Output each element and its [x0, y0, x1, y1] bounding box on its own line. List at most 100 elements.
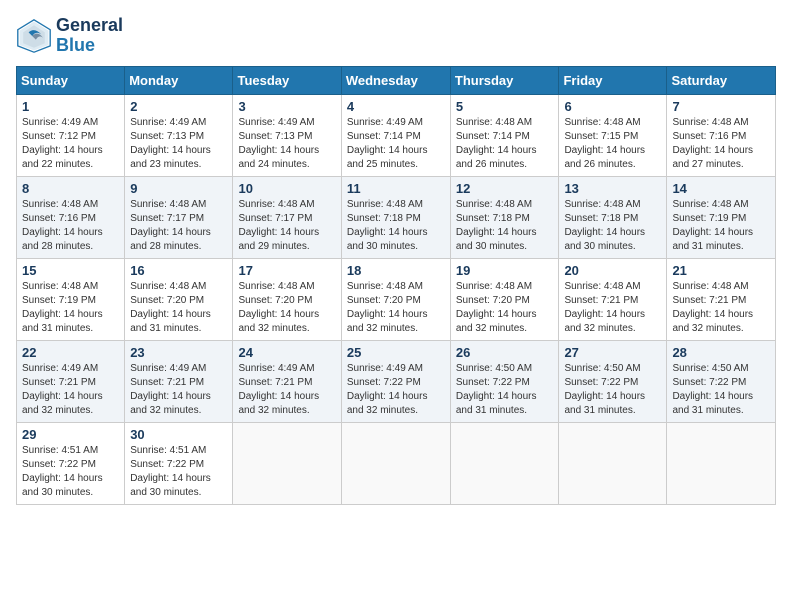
weekday-header-tuesday: Tuesday [233, 66, 341, 94]
day-number: 10 [238, 181, 335, 196]
day-number: 8 [22, 181, 119, 196]
calendar-cell: 11 Sunrise: 4:48 AM Sunset: 7:18 PM Dayl… [341, 176, 450, 258]
day-number: 26 [456, 345, 554, 360]
day-number: 6 [564, 99, 661, 114]
day-number: 16 [130, 263, 227, 278]
weekday-header-friday: Friday [559, 66, 667, 94]
day-number: 30 [130, 427, 227, 442]
day-info: Sunrise: 4:49 AM Sunset: 7:13 PM Dayligh… [238, 116, 335, 172]
calendar-cell: 26 Sunrise: 4:50 AM Sunset: 7:22 PM Dayl… [450, 340, 559, 422]
day-info: Sunrise: 4:49 AM Sunset: 7:14 PM Dayligh… [347, 116, 445, 172]
day-info: Sunrise: 4:50 AM Sunset: 7:22 PM Dayligh… [672, 362, 770, 418]
logo-icon [16, 18, 52, 54]
day-number: 29 [22, 427, 119, 442]
calendar-cell: 12 Sunrise: 4:48 AM Sunset: 7:18 PM Dayl… [450, 176, 559, 258]
day-info: Sunrise: 4:51 AM Sunset: 7:22 PM Dayligh… [130, 444, 227, 500]
calendar-cell: 23 Sunrise: 4:49 AM Sunset: 7:21 PM Dayl… [125, 340, 233, 422]
day-info: Sunrise: 4:49 AM Sunset: 7:13 PM Dayligh… [130, 116, 227, 172]
day-info: Sunrise: 4:49 AM Sunset: 7:22 PM Dayligh… [347, 362, 445, 418]
calendar-cell: 17 Sunrise: 4:48 AM Sunset: 7:20 PM Dayl… [233, 258, 341, 340]
calendar-cell: 5 Sunrise: 4:48 AM Sunset: 7:14 PM Dayli… [450, 94, 559, 176]
calendar-cell: 9 Sunrise: 4:48 AM Sunset: 7:17 PM Dayli… [125, 176, 233, 258]
day-number: 28 [672, 345, 770, 360]
day-number: 17 [238, 263, 335, 278]
day-info: Sunrise: 4:48 AM Sunset: 7:20 PM Dayligh… [238, 280, 335, 336]
day-number: 27 [564, 345, 661, 360]
day-number: 18 [347, 263, 445, 278]
calendar-cell: 27 Sunrise: 4:50 AM Sunset: 7:22 PM Dayl… [559, 340, 667, 422]
day-info: Sunrise: 4:48 AM Sunset: 7:18 PM Dayligh… [347, 198, 445, 254]
day-number: 4 [347, 99, 445, 114]
weekday-header-sunday: Sunday [17, 66, 125, 94]
calendar-week-4: 22 Sunrise: 4:49 AM Sunset: 7:21 PM Dayl… [17, 340, 776, 422]
day-info: Sunrise: 4:48 AM Sunset: 7:21 PM Dayligh… [672, 280, 770, 336]
day-info: Sunrise: 4:48 AM Sunset: 7:18 PM Dayligh… [456, 198, 554, 254]
calendar-cell: 4 Sunrise: 4:49 AM Sunset: 7:14 PM Dayli… [341, 94, 450, 176]
calendar-cell: 1 Sunrise: 4:49 AM Sunset: 7:12 PM Dayli… [17, 94, 125, 176]
day-info: Sunrise: 4:50 AM Sunset: 7:22 PM Dayligh… [456, 362, 554, 418]
day-info: Sunrise: 4:48 AM Sunset: 7:16 PM Dayligh… [672, 116, 770, 172]
calendar-cell: 22 Sunrise: 4:49 AM Sunset: 7:21 PM Dayl… [17, 340, 125, 422]
weekday-header-saturday: Saturday [667, 66, 776, 94]
weekday-header-wednesday: Wednesday [341, 66, 450, 94]
weekday-header-monday: Monday [125, 66, 233, 94]
day-info: Sunrise: 4:48 AM Sunset: 7:18 PM Dayligh… [564, 198, 661, 254]
calendar-cell [559, 422, 667, 504]
calendar-cell: 6 Sunrise: 4:48 AM Sunset: 7:15 PM Dayli… [559, 94, 667, 176]
day-number: 13 [564, 181, 661, 196]
day-info: Sunrise: 4:51 AM Sunset: 7:22 PM Dayligh… [22, 444, 119, 500]
logo-text-blue: Blue [56, 36, 123, 56]
day-info: Sunrise: 4:48 AM Sunset: 7:17 PM Dayligh… [130, 198, 227, 254]
calendar-cell: 21 Sunrise: 4:48 AM Sunset: 7:21 PM Dayl… [667, 258, 776, 340]
day-number: 20 [564, 263, 661, 278]
calendar-cell: 7 Sunrise: 4:48 AM Sunset: 7:16 PM Dayli… [667, 94, 776, 176]
calendar-week-1: 1 Sunrise: 4:49 AM Sunset: 7:12 PM Dayli… [17, 94, 776, 176]
day-number: 9 [130, 181, 227, 196]
calendar-cell: 3 Sunrise: 4:49 AM Sunset: 7:13 PM Dayli… [233, 94, 341, 176]
day-number: 23 [130, 345, 227, 360]
page-header: General Blue [16, 16, 776, 56]
calendar-cell: 16 Sunrise: 4:48 AM Sunset: 7:20 PM Dayl… [125, 258, 233, 340]
calendar-cell: 20 Sunrise: 4:48 AM Sunset: 7:21 PM Dayl… [559, 258, 667, 340]
calendar-week-2: 8 Sunrise: 4:48 AM Sunset: 7:16 PM Dayli… [17, 176, 776, 258]
day-info: Sunrise: 4:49 AM Sunset: 7:21 PM Dayligh… [238, 362, 335, 418]
weekday-header-thursday: Thursday [450, 66, 559, 94]
day-number: 7 [672, 99, 770, 114]
day-number: 2 [130, 99, 227, 114]
calendar-cell: 13 Sunrise: 4:48 AM Sunset: 7:18 PM Dayl… [559, 176, 667, 258]
day-info: Sunrise: 4:49 AM Sunset: 7:21 PM Dayligh… [22, 362, 119, 418]
day-number: 12 [456, 181, 554, 196]
day-info: Sunrise: 4:48 AM Sunset: 7:14 PM Dayligh… [456, 116, 554, 172]
calendar-week-3: 15 Sunrise: 4:48 AM Sunset: 7:19 PM Dayl… [17, 258, 776, 340]
day-info: Sunrise: 4:49 AM Sunset: 7:21 PM Dayligh… [130, 362, 227, 418]
day-number: 11 [347, 181, 445, 196]
day-number: 14 [672, 181, 770, 196]
calendar-cell: 14 Sunrise: 4:48 AM Sunset: 7:19 PM Dayl… [667, 176, 776, 258]
day-info: Sunrise: 4:48 AM Sunset: 7:21 PM Dayligh… [564, 280, 661, 336]
calendar-cell [667, 422, 776, 504]
calendar-cell: 28 Sunrise: 4:50 AM Sunset: 7:22 PM Dayl… [667, 340, 776, 422]
day-info: Sunrise: 4:48 AM Sunset: 7:16 PM Dayligh… [22, 198, 119, 254]
calendar-cell: 18 Sunrise: 4:48 AM Sunset: 7:20 PM Dayl… [341, 258, 450, 340]
day-info: Sunrise: 4:48 AM Sunset: 7:17 PM Dayligh… [238, 198, 335, 254]
calendar-cell [450, 422, 559, 504]
calendar-cell [233, 422, 341, 504]
calendar-cell: 30 Sunrise: 4:51 AM Sunset: 7:22 PM Dayl… [125, 422, 233, 504]
day-number: 19 [456, 263, 554, 278]
day-info: Sunrise: 4:48 AM Sunset: 7:20 PM Dayligh… [347, 280, 445, 336]
day-info: Sunrise: 4:48 AM Sunset: 7:20 PM Dayligh… [456, 280, 554, 336]
day-number: 1 [22, 99, 119, 114]
day-number: 5 [456, 99, 554, 114]
calendar-cell [341, 422, 450, 504]
day-number: 25 [347, 345, 445, 360]
calendar-cell: 2 Sunrise: 4:49 AM Sunset: 7:13 PM Dayli… [125, 94, 233, 176]
day-number: 15 [22, 263, 119, 278]
calendar-cell: 19 Sunrise: 4:48 AM Sunset: 7:20 PM Dayl… [450, 258, 559, 340]
day-number: 21 [672, 263, 770, 278]
logo: General Blue [16, 16, 123, 56]
day-info: Sunrise: 4:50 AM Sunset: 7:22 PM Dayligh… [564, 362, 661, 418]
day-info: Sunrise: 4:48 AM Sunset: 7:20 PM Dayligh… [130, 280, 227, 336]
weekday-header-row: SundayMondayTuesdayWednesdayThursdayFrid… [17, 66, 776, 94]
calendar-cell: 15 Sunrise: 4:48 AM Sunset: 7:19 PM Dayl… [17, 258, 125, 340]
day-number: 22 [22, 345, 119, 360]
